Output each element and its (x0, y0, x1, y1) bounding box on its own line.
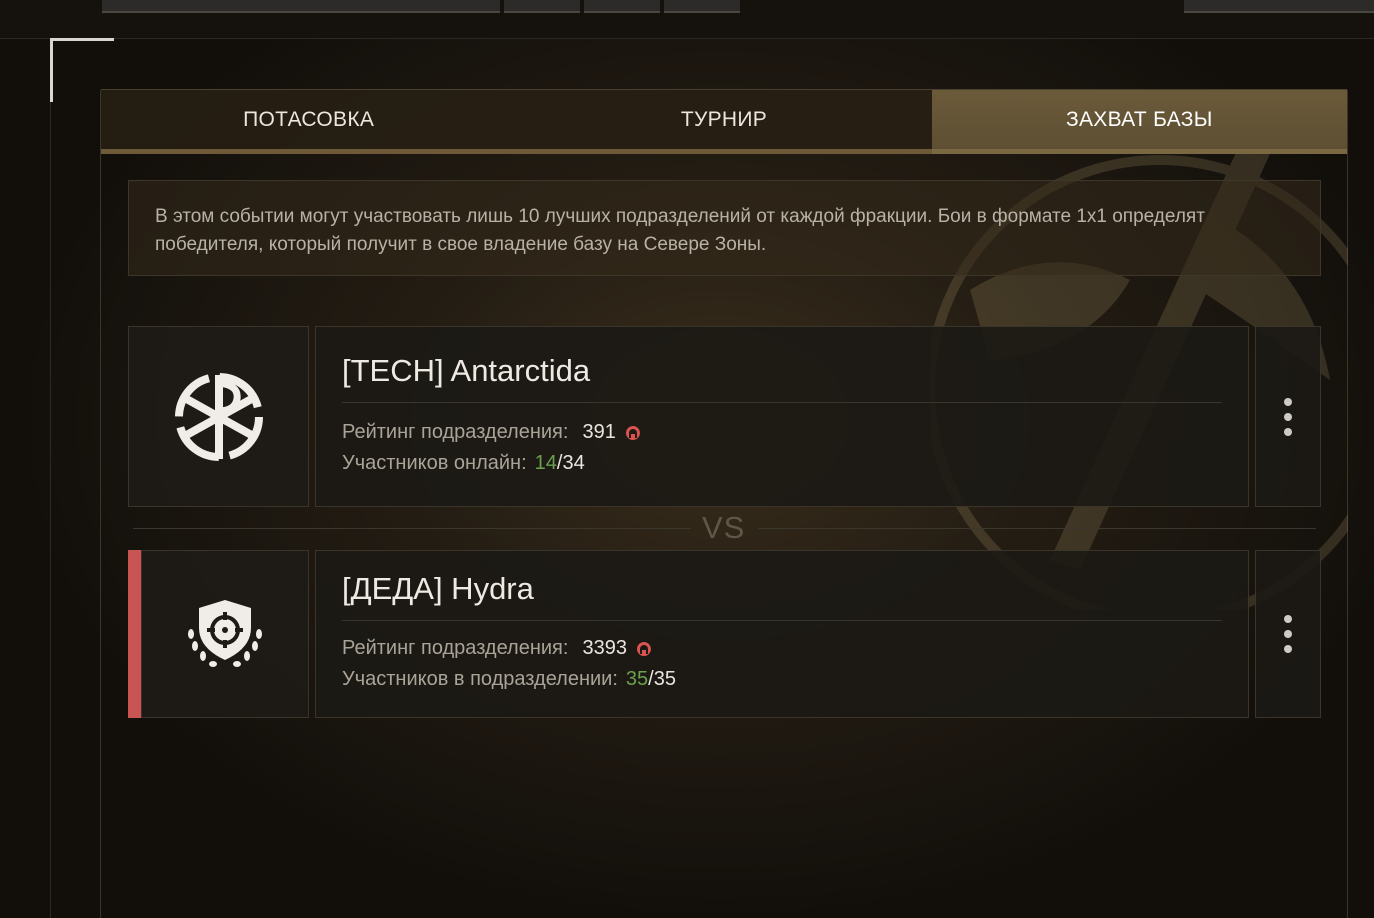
vs-label: VS (702, 510, 746, 545)
rank-icon (636, 641, 651, 656)
rating-value: 391 (582, 421, 616, 443)
team-rating: Рейтинг подразделения: 391 (342, 421, 1222, 444)
team-rating: Рейтинг подразделения: 3393 (342, 637, 1222, 660)
tab-brawl[interactable]: ПОТАСОВКА (101, 90, 517, 154)
members-label: Участников онлайн: (342, 452, 527, 474)
top-tab-5[interactable] (1184, 0, 1374, 13)
team-info-antarctida: [TECH] Antarctida Рейтинг подразделения:… (315, 326, 1249, 507)
frame-divider (50, 38, 51, 918)
chi-rho-wheel-icon (174, 372, 263, 461)
top-tab-4[interactable] (664, 0, 740, 13)
top-tab-2[interactable] (504, 0, 580, 13)
panel-border-left (100, 90, 101, 918)
team-info-hydra: [ДЕДА] Hydra Рейтинг подразделения: 3393… (315, 550, 1249, 718)
members-label: Участников в подразделении: (342, 668, 618, 690)
team-members: Участников онлайн: 14 / 34 (342, 452, 585, 474)
own-team-indicator (128, 550, 141, 718)
top-tab-3[interactable] (584, 0, 660, 13)
tab-tournament[interactable]: ТУРНИР (516, 90, 932, 154)
vs-divider-right (758, 528, 1316, 529)
more-vertical-icon (1284, 397, 1292, 436)
team-logo-hydra[interactable] (141, 550, 309, 718)
top-bar (0, 0, 1374, 39)
members-total: 35 (653, 668, 676, 690)
event-description: В этом событии могут участвовать лишь 10… (128, 180, 1321, 276)
rank-icon (625, 425, 640, 440)
team-menu-button[interactable] (1255, 326, 1321, 507)
team-logo-antarctida[interactable] (128, 326, 309, 507)
team-name[interactable]: [ДЕДА] Hydra (342, 551, 1222, 621)
tab-base-capture[interactable]: ЗАХВАТ БАЗЫ (931, 90, 1347, 154)
team-name[interactable]: [TECH] Antarctida (342, 327, 1222, 403)
vs-divider-left (133, 528, 691, 529)
more-vertical-icon (1284, 615, 1292, 653)
team-members: Участников в подразделении: 35 / 35 (342, 668, 676, 690)
members-total: 34 (562, 452, 585, 474)
rating-label: Рейтинг подразделения: (342, 421, 569, 443)
members-current: 14 (534, 452, 557, 474)
crosshair-shield-icon (188, 600, 262, 667)
top-tab-1[interactable] (102, 0, 500, 13)
rating-label: Рейтинг подразделения: (342, 637, 569, 659)
team-menu-button[interactable] (1255, 550, 1321, 718)
event-tabs: ПОТАСОВКА ТУРНИР ЗАХВАТ БАЗЫ (101, 89, 1347, 154)
rating-value: 3393 (582, 637, 627, 659)
members-current: 35 (625, 668, 649, 690)
